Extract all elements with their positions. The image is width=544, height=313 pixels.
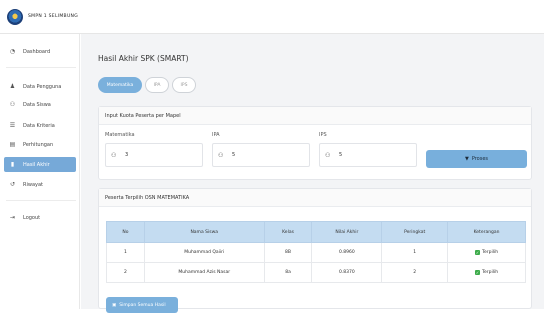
sidebar-item-label: Dashboard [23,48,51,55]
cell-kelas: 8a [263,262,313,283]
column-header-kelas: Kelas [263,221,313,243]
table-row: 1 Muhammad Qaiiri 8B 0.8960 1 ✓ Terpilih [106,242,526,263]
column-header-keterangan: Keterangan [447,221,526,243]
logout-icon: ⇥ [9,214,16,221]
top-bar: SMPN 1 SELIMBUNG [0,0,544,34]
quota-input-ipa[interactable]: ⚇ 5 [212,143,310,167]
tab-ips[interactable]: IPS [172,77,196,93]
column-header-nilai: Nilai Akhir [311,221,383,243]
sidebar-item-data-kriteria[interactable]: ☰ Data Kriteria [4,118,76,133]
cell-nilai: 0.8960 [311,242,383,263]
quota-card-title: Input Kuota Peserta per Mapel [99,107,531,125]
history-icon: ↺ [9,181,16,188]
school-logo [7,8,23,25]
cell-peringkat: 2 [381,262,449,283]
list-icon: ☰ [9,122,16,129]
quota-card: Input Kuota Peserta per Mapel Matematika… [98,106,532,180]
users-icon: ⚇ [325,151,331,159]
dashboard-icon: ◔ [9,48,16,55]
cell-keterangan: ✓ Terpilih [447,242,526,263]
cell-nama: Muhammad Azis Nasar [143,262,265,283]
status-badge: ✓ Terpilih [475,269,499,275]
tab-ipa[interactable]: IPA [145,77,169,93]
save-all-button[interactable]: ▣ Simpan Semua Hasil [106,297,178,313]
check-icon: ✓ [475,269,481,275]
main-content: Hasil Akhir SPK (SMART) Matematika IPA I… [81,34,544,313]
process-button[interactable]: ▼ Proses [426,150,527,168]
page-title: Hasil Akhir SPK (SMART) [98,54,189,63]
sidebar-item-dashboard[interactable]: ◔ Dashboard [4,44,76,59]
table-row: 2 Muhammad Azis Nasar 8a 0.8370 2 ✓ Terp… [106,262,526,283]
quota-value: 5 [339,152,343,158]
check-icon: ✓ [475,249,481,255]
results-card-title: Peserta Terpilih OSN MATEMATIKA [99,189,531,207]
results-card: Peserta Terpilih OSN MATEMATIKA No Nama … [98,188,532,313]
save-icon: ▣ [112,302,117,308]
tab-matematika[interactable]: Matematika [98,77,142,93]
column-header-nama: Nama Siswa [143,221,265,243]
users-icon: ⚇ [111,151,117,159]
cell-kelas: 8B [263,242,313,263]
quota-label-ipa: IPA [212,132,220,138]
sidebar-item-label: Logout [23,214,41,221]
cell-no: 2 [106,262,145,283]
cell-no: 1 [106,242,145,263]
sidebar-item-hasil-akhir[interactable]: ▮ Hasil Akhir [4,157,76,172]
column-header-no: No [106,221,145,243]
status-label: Terpilih [482,269,499,275]
sidebar-divider [6,67,76,68]
calculator-icon: ▤ [9,141,16,148]
chart-icon: ▮ [10,161,15,168]
save-button-label: Simpan Semua Hasil [119,302,166,308]
quota-label-matematika: Matematika [105,132,135,138]
sidebar: ◔ Dashboard ♟ Data Pengguna ⚇ Data Siswa… [0,34,80,309]
users-icon: ⚇ [9,101,16,108]
sidebar-item-data-pengguna[interactable]: ♟ Data Pengguna [4,79,76,94]
cell-keterangan: ✓ Terpilih [447,262,526,283]
process-button-label: Proses [471,156,489,162]
sidebar-item-logout[interactable]: ⇥ Logout [4,210,76,225]
quota-label-ips: IPS [319,132,327,138]
sidebar-item-riwayat[interactable]: ↺ Riwayat [4,177,76,192]
sidebar-item-data-siswa[interactable]: ⚇ Data Siswa [4,97,76,112]
sidebar-item-label: Perhitungan [23,141,54,148]
cell-nilai: 0.8370 [311,262,383,283]
sidebar-divider [6,200,76,201]
quota-input-ips[interactable]: ⚇ 5 [319,143,417,167]
sidebar-item-label: Data Kriteria [23,122,55,129]
quota-value: 3 [125,152,129,158]
filter-icon: ▼ [464,156,469,162]
sidebar-item-label: Data Pengguna [23,83,62,90]
table-header-row: No Nama Siswa Kelas Nilai Akhir Peringka… [106,221,526,243]
brand-name: SMPN 1 SELIMBUNG [28,14,78,19]
quota-input-matematika[interactable]: ⚇ 3 [105,143,203,167]
users-icon: ⚇ [218,151,224,159]
sidebar-item-label: Data Siswa [23,101,51,108]
column-header-peringkat: Peringkat [381,221,449,243]
sidebar-item-label: Riwayat [23,181,43,188]
cell-peringkat: 1 [381,242,449,263]
cell-nama: Muhammad Qaiiri [143,242,265,263]
status-badge: ✓ Terpilih [475,249,499,255]
status-label: Terpilih [482,249,499,255]
user-icon: ♟ [9,83,16,90]
sidebar-item-label: Hasil Akhir [23,161,50,168]
sidebar-item-perhitungan[interactable]: ▤ Perhitungan [4,137,76,152]
results-table: No Nama Siswa Kelas Nilai Akhir Peringka… [106,221,526,283]
quota-value: 5 [232,152,236,158]
